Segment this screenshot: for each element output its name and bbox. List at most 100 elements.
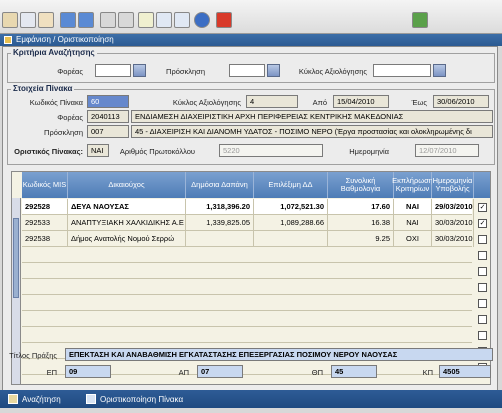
export-icon[interactable] [118,12,134,28]
edit-icon[interactable] [138,12,154,28]
arrow-down-icon[interactable] [78,12,94,28]
titlos-label: Τίτλος Πράξης [9,351,57,360]
col-header-ekplirosi[interactable]: Εκπλήρωση Κριτηρίων [392,172,433,198]
cell-dapani [186,231,254,247]
kp-input: 4505 [439,365,491,378]
cell-imerominia: 29/03/2010 [432,199,474,215]
arrow-up-icon[interactable] [60,12,76,28]
table-row[interactable] [22,263,472,279]
thp-input: 45 [331,365,377,378]
foreis-input[interactable] [95,64,131,77]
finalize-button[interactable]: Οριστικοποίηση Πίνακα [86,394,183,404]
ap-label: ΑΠ [178,368,189,377]
pencil-icon[interactable] [2,12,18,28]
prosklisi-code-input: 007 [87,125,129,138]
tree-icon[interactable] [412,12,428,28]
copy-icon[interactable] [156,12,172,28]
col-header-dikaiouxos[interactable]: Δικαιούχος [68,172,186,198]
foreas-label: Φορέας [57,113,83,122]
search-criteria-legend: Κριτήρια Αναζήτησης [11,48,97,57]
cell-epileximi [254,231,328,247]
eos-input: 30/06/2010 [433,95,489,108]
cell-mis: 292528 [22,199,68,215]
table-row[interactable] [22,295,472,311]
table-row[interactable]: 292533 ΑΝΑΠΤΥΞΙΑΚΗ ΧΑΛΚΙΔΙΚΗΣ Α.Ε 1,339,… [22,215,474,231]
col-header-imerominia[interactable]: Ημερομηνία Υποβολής [432,172,474,198]
search-button-label: Αναζήτηση [22,394,61,404]
cell-mis: 292538 [22,231,68,247]
search-icon [8,394,18,404]
table-row[interactable] [22,327,472,343]
cell-dikaiouxos: ΑΝΑΠΤΥΞΙΑΚΗ ΧΑΛΚΙΔΙΚΗΣ Α.Ε [68,215,186,231]
table-row[interactable]: 292538 Δήμος Ανατολής Νομού Σερρώ 9.25 Ο… [22,231,474,247]
table-row[interactable] [22,247,472,263]
foreis-label: Φορέας [57,67,83,76]
kp-label: ΚΠ [422,368,433,377]
prosklisi-name-input: 45 - ΔΙΑΧΕΙΡΙΣΗ ΚΑΙ ΔΙΑΝΟΜΗ ΥΔΑΤΟΣ - ΠΟΣ… [131,125,493,138]
table-row[interactable] [22,311,472,327]
ap-input: 07 [197,365,243,378]
foreis-lookup-button[interactable] [133,64,146,77]
cell-ekplirosi: ΝΑΙ [394,199,432,215]
cell-vathmologia: 9.25 [328,231,394,247]
window-icon [4,36,12,44]
row-checkbox[interactable]: ✓ [478,219,487,228]
row-checkbox[interactable] [478,267,487,276]
exit-icon[interactable] [216,12,232,28]
prosklisi-input[interactable] [229,64,265,77]
grid-icon[interactable] [20,12,36,28]
apo-input: 15/04/2010 [333,95,389,108]
row-checkbox[interactable] [478,235,487,244]
bottom-action-bar: Αναζήτηση Οριστικοποίηση Πίνακα [0,390,502,408]
cell-dikaiouxos: ΔΕΥΑ ΝΑΟΥΣΑΣ [68,199,186,215]
row-checkbox[interactable] [478,299,487,308]
prosklisi-lookup-button[interactable] [267,64,280,77]
col-header-select [474,172,490,198]
imerominia-input: 12/07/2010 [415,144,479,157]
ep-input: 09 [65,365,111,378]
prosklisi-info-label: Πρόσκληση [44,128,83,137]
col-header-epileximi[interactable]: Επιλέξιμη ΔΔ [254,172,328,198]
oristikos-label: Οριστικός Πίνακας: [14,147,83,156]
kodikos-input[interactable]: 60 [87,95,129,108]
kodikos-label: Κωδικός Πίνακα [29,98,83,107]
col-header-vathmologia[interactable]: Συνολική Βαθμολογία [328,172,394,198]
ep-label: ΕΠ [46,368,57,377]
cell-dapani: 1,318,396.20 [186,199,254,215]
row-checkbox[interactable] [478,331,487,340]
cell-imerominia: 30/03/2010 [432,215,474,231]
cell-dikaiouxos: Δήμος Ανατολής Νομού Σερρώ [68,231,186,247]
cell-epileximi: 1,089,288.66 [254,215,328,231]
imerominia-label: Ημερομηνία [349,147,389,156]
cell-dapani: 1,339,825.05 [186,215,254,231]
foreas-name-input: ΕΝΔΙΑΜΕΣΗ ΔΙΑΧΕΙΡΙΣΤΙΚΗ ΑΡΧΗ ΠΕΡΙΦΕΡΕΙΑΣ… [131,110,493,123]
table-row[interactable]: 292528 ΔΕΥΑ ΝΑΟΥΣΑΣ 1,318,396.20 1,072,5… [22,199,474,215]
kyklos-label: Κύκλος Αξιολόγησης [298,67,367,76]
row-checkbox[interactable] [478,283,487,292]
cell-vathmologia: 16.38 [328,215,394,231]
thp-label: ΘΠ [311,368,323,377]
table-row[interactable] [22,279,472,295]
kyklos-lookup-button[interactable] [433,64,446,77]
cell-ekplirosi: ΝΑΙ [394,215,432,231]
finalize-icon [86,394,96,404]
row-checkbox[interactable] [478,315,487,324]
row-checkbox[interactable]: ✓ [478,203,487,212]
kyklos-info-label: Κύκλος Αξιολόγησης [172,98,241,107]
row-checkbox[interactable] [478,251,487,260]
scrollbar-thumb[interactable] [13,218,19,298]
table-icon[interactable] [38,12,54,28]
main-toolbar [0,0,502,34]
table-info-legend: Στοιχεία Πίνακα [11,84,75,93]
finalize-button-label: Οριστικοποίηση Πίνακα [100,394,184,404]
search-button[interactable]: Αναζήτηση [8,394,61,404]
paste-icon[interactable] [174,12,190,28]
help-icon[interactable] [194,12,210,28]
cell-imerominia: 30/03/2010 [432,231,474,247]
print-icon[interactable] [100,12,116,28]
kyklos-input[interactable] [373,64,431,77]
col-header-mis[interactable]: Κωδικός MIS [22,172,68,198]
titlos-input: ΕΠΕΚΤΑΣΗ ΚΑΙ ΑΝΑΒΑΘΜΙΣΗ ΕΓΚΑΤΑΣΤΑΣΗΣ ΕΠΕ… [65,348,493,361]
oristikos-input: ΝΑΙ [87,144,109,157]
col-header-dapani[interactable]: Δημόσια Δαπάνη [186,172,254,198]
